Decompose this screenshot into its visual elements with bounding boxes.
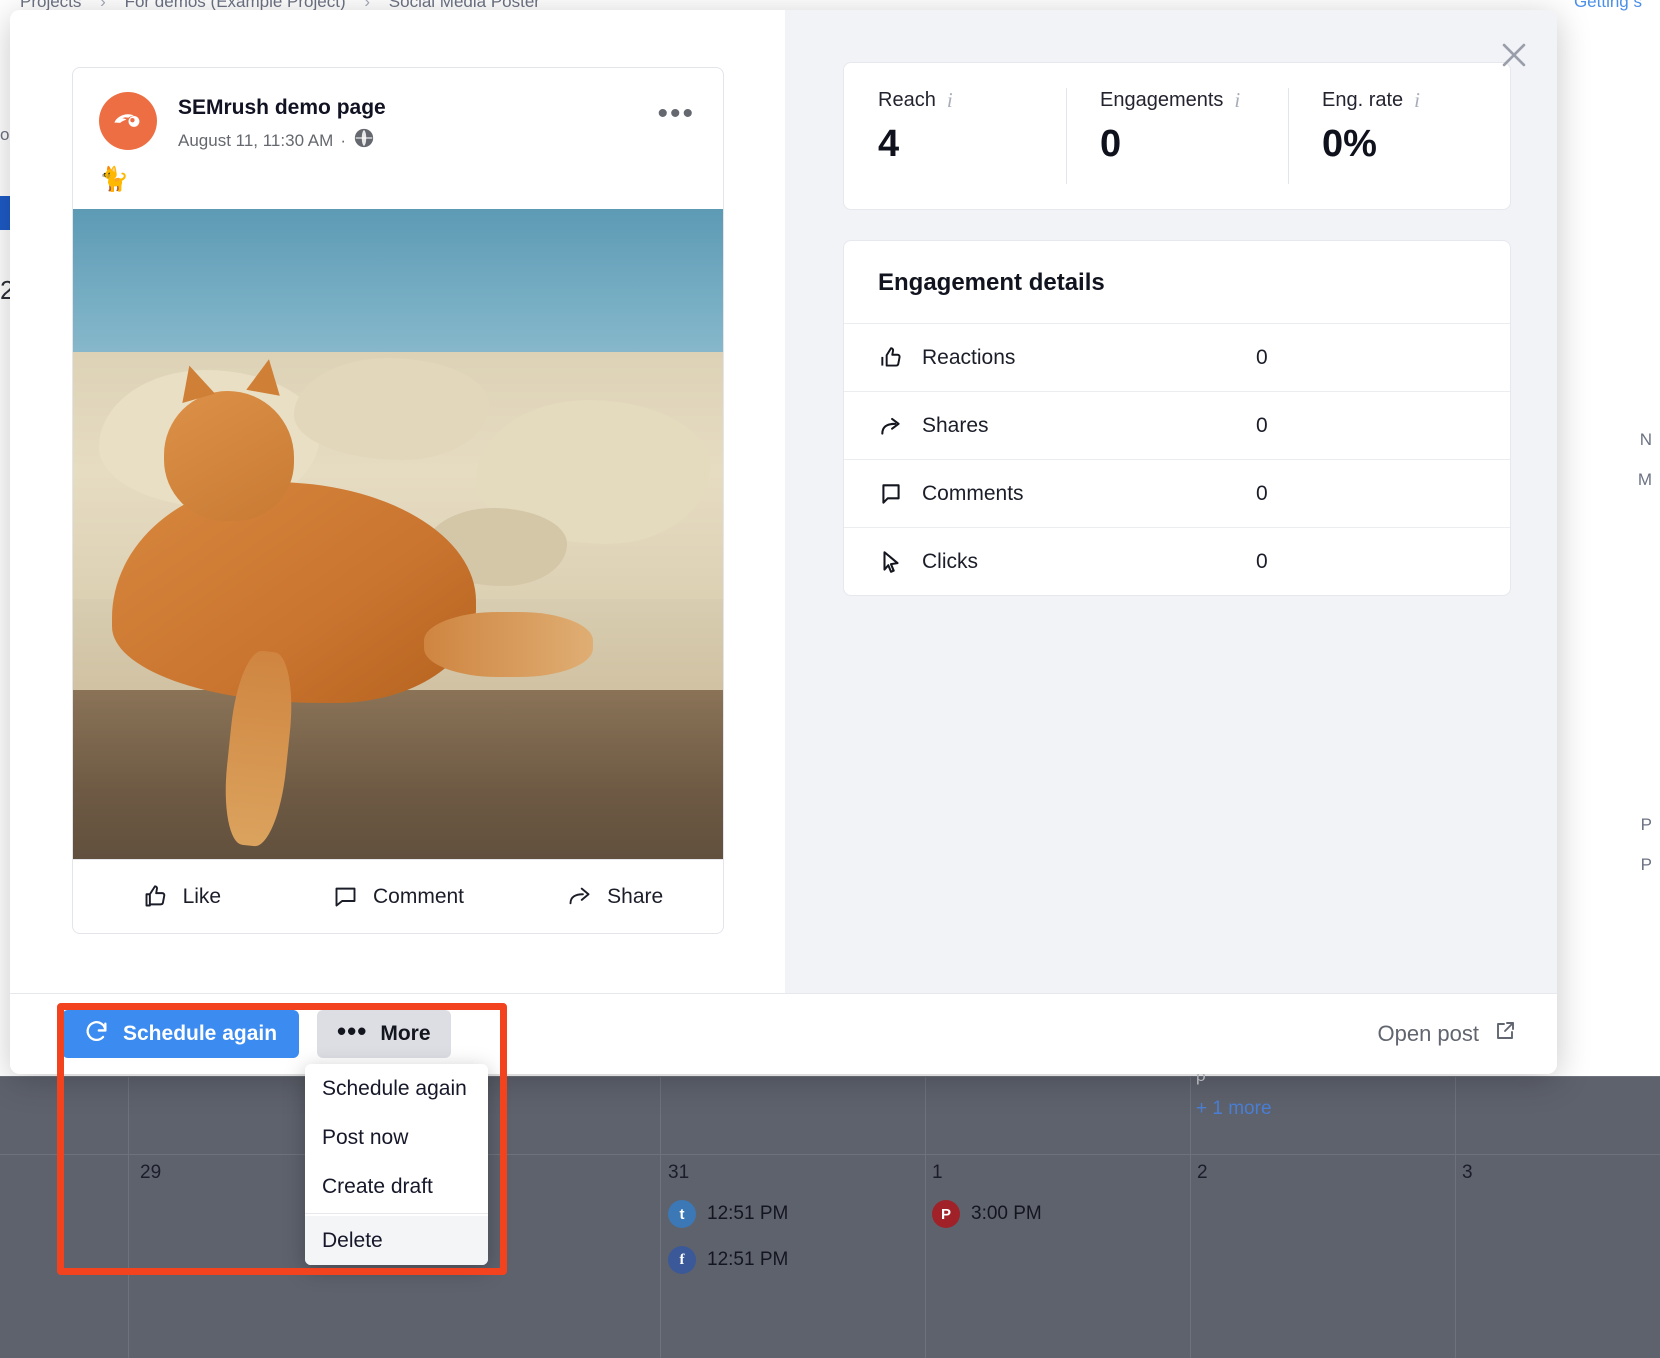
metric-name: Reach: [878, 89, 936, 111]
photo-wall: [73, 690, 723, 860]
facebook-post-card: SEMrush demo page August 11, 11:30 AM ·: [72, 67, 724, 935]
post-timestamp: August 11, 11:30 AM: [178, 130, 334, 150]
engagement-row-clicks: Clicks 0: [844, 527, 1510, 595]
calendar-day-number: 3: [1462, 1162, 1473, 1183]
calendar-event-time: 12:51 PM: [707, 1249, 789, 1270]
close-icon[interactable]: [1491, 32, 1537, 78]
comment-button[interactable]: Comment: [290, 860, 507, 933]
meta-separator: ·: [340, 130, 346, 150]
metric-label: Eng. rate i: [1322, 88, 1510, 113]
calendar-event-time: 3:00 PM: [971, 1203, 1042, 1224]
right-fragment-2: P: [1640, 815, 1652, 834]
engagement-value: 0: [1256, 481, 1268, 505]
metric-value: 4: [878, 123, 900, 165]
post-options-icon[interactable]: •••: [657, 92, 701, 129]
info-icon[interactable]: i: [947, 88, 953, 113]
engagement-details-title: Engagement details: [878, 269, 1105, 296]
pinterest-icon: P: [932, 1200, 960, 1228]
post-photo[interactable]: [73, 209, 723, 860]
engagement-value: 0: [1256, 345, 1268, 369]
calendar-day-number: 29: [140, 1162, 162, 1183]
ellipsis-icon: •••: [337, 1015, 368, 1046]
cat-leg: [424, 612, 593, 678]
modal-body: SEMrush demo page August 11, 11:30 AM ·: [10, 10, 1557, 993]
calendar-week-divider: [0, 1154, 1660, 1155]
metric-name: Engagements: [1100, 89, 1224, 111]
engagement-row-shares: Shares 0: [844, 391, 1510, 459]
calendar-day-number: 2: [1197, 1162, 1208, 1183]
metric-reach: Reach i 4: [844, 88, 1066, 184]
like-button[interactable]: Like: [73, 860, 290, 933]
external-link-icon: [1493, 1019, 1517, 1049]
cat-head: [164, 391, 294, 522]
calendar-grid[interactable]: ρ + 1 more 29 31 1 2 3 t 12:51 PM f 12:5…: [0, 1066, 1660, 1358]
right-fragment-3: P: [1640, 855, 1652, 874]
calendar-day-number: 1: [932, 1162, 943, 1183]
share-arrow-icon: [878, 413, 908, 439]
info-icon[interactable]: i: [1234, 88, 1240, 113]
menu-item-delete[interactable]: Delete: [305, 1216, 488, 1265]
comment-label: Comment: [372, 884, 465, 908]
cursor-click-icon: [878, 549, 908, 575]
engagement-label: Shares: [922, 413, 989, 437]
metric-value: 0%: [1322, 123, 1377, 165]
get-started-link[interactable]: Getting s: [1574, 0, 1642, 12]
globe-icon: [353, 127, 375, 154]
metric-label: Engagements i: [1100, 88, 1288, 113]
modal-footer: Schedule again ••• More Open post: [10, 993, 1557, 1074]
schedule-again-button[interactable]: Schedule again: [62, 1010, 300, 1058]
facebook-icon: f: [668, 1246, 696, 1274]
engagement-label: Comments: [922, 481, 1024, 505]
share-label: Share: [607, 884, 664, 908]
schedule-again-label: Schedule again: [123, 1022, 278, 1045]
metric-value: 0: [1100, 123, 1122, 165]
like-label: Like: [182, 884, 222, 908]
more-button[interactable]: ••• More: [317, 1010, 451, 1058]
calendar-event-time: 12:51 PM: [707, 1203, 789, 1224]
engagement-value: 0: [1256, 413, 1268, 437]
right-fragment-1: M: [1637, 470, 1652, 489]
engagement-row-reactions: Reactions 0: [844, 323, 1510, 391]
post-author-block: SEMrush demo page August 11, 11:30 AM ·: [178, 92, 657, 154]
post-body-text: 🐈: [99, 166, 129, 194]
menu-item-post-now[interactable]: Post now: [305, 1113, 488, 1162]
calendar-event[interactable]: P 3:00 PM: [932, 1200, 1042, 1228]
post-details-modal: SEMrush demo page August 11, 11:30 AM ·: [10, 10, 1557, 1074]
engagement-label: Reactions: [922, 345, 1016, 369]
post-meta: August 11, 11:30 AM ·: [178, 127, 657, 154]
calendar-event[interactable]: f 12:51 PM: [668, 1246, 788, 1274]
metric-engagements: Engagements i 0: [1066, 88, 1288, 184]
twitter-icon: t: [668, 1200, 696, 1228]
metric-eng-rate: Eng. rate i 0%: [1288, 88, 1510, 184]
metric-name: Eng. rate: [1322, 89, 1404, 111]
comment-bubble-icon: [878, 481, 908, 507]
post-header: SEMrush demo page August 11, 11:30 AM ·: [73, 68, 723, 154]
thumbs-up-icon: [878, 345, 908, 371]
share-button[interactable]: Share: [506, 860, 723, 933]
more-dropdown-menu[interactable]: Schedule again Post now Create draft Del…: [305, 1064, 488, 1265]
engagement-value: 0: [1256, 549, 1268, 573]
info-icon[interactable]: i: [1414, 88, 1420, 113]
menu-item-create-draft[interactable]: Create draft: [305, 1162, 488, 1211]
calendar-day-number: 31: [668, 1162, 690, 1183]
post-preview-pane: SEMrush demo page August 11, 11:30 AM ·: [10, 10, 785, 993]
post-action-bar: Like Comment Share: [73, 859, 723, 933]
right-fragment-0: N: [1639, 430, 1652, 449]
open-post-link[interactable]: Open post: [1377, 1019, 1517, 1049]
calendar-event[interactable]: t 12:51 PM: [668, 1200, 788, 1228]
metric-label: Reach i: [878, 88, 1066, 113]
engagement-row-comments: Comments 0: [844, 459, 1510, 527]
engagement-details-card: Engagement details Reactions 0 Shares 0 …: [843, 240, 1511, 596]
engagement-label: Clicks: [922, 549, 978, 573]
post-stats-pane: Reach i 4 Engagements i 0 Eng. rate i 0%…: [785, 10, 1557, 993]
calendar-more-link[interactable]: + 1 more: [1196, 1098, 1272, 1120]
menu-item-schedule-again[interactable]: Schedule again: [305, 1064, 488, 1113]
open-post-label: Open post: [1377, 1021, 1479, 1046]
menu-separator: [305, 1213, 488, 1214]
more-label: More: [380, 1022, 431, 1045]
refresh-icon: [84, 1019, 109, 1050]
avatar: [99, 92, 157, 150]
page-name: SEMrush demo page: [178, 96, 386, 119]
metrics-card: Reach i 4 Engagements i 0 Eng. rate i 0%: [843, 62, 1511, 210]
